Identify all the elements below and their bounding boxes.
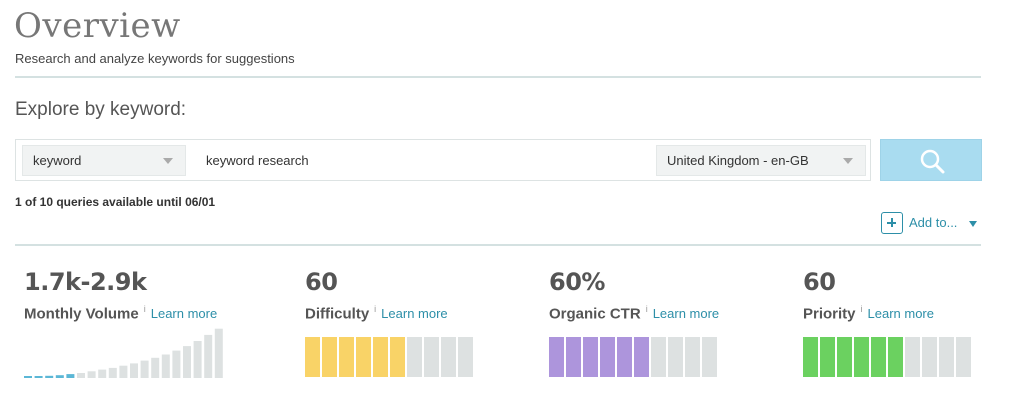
search-type-value: keyword — [33, 153, 82, 168]
volume-trend-bar — [87, 371, 96, 378]
meter-segment-filled — [322, 337, 337, 377]
section-divider — [15, 244, 981, 246]
meter-segment-filled — [600, 337, 615, 377]
meter-segment-empty — [651, 337, 666, 377]
difficulty-learn-more-link[interactable]: Learn more — [381, 306, 447, 321]
organic-ctr-learn-more-link[interactable]: Learn more — [653, 306, 719, 321]
queries-remaining: 1 of 10 queries available until 06/01 — [15, 195, 216, 209]
search-type-select[interactable]: keyword — [22, 145, 186, 176]
priority-label: Priority — [803, 305, 856, 323]
volume-trend-bar — [119, 365, 128, 378]
volume-trend-bar — [214, 328, 223, 378]
meter-segment-empty — [939, 337, 954, 377]
metric-priority: 60 Priority i Learn more — [803, 268, 934, 322]
volume-trend-bar — [34, 376, 43, 378]
volume-trend-bar — [24, 376, 32, 378]
meter-segment-filled — [871, 337, 886, 377]
volume-trend-bar — [45, 375, 54, 378]
organic-ctr-value: 60% — [549, 268, 605, 296]
metric-organic-ctr: 60% Organic CTR i Learn more — [549, 268, 719, 322]
page-title: Overview — [14, 6, 181, 46]
organic-ctr-label: Organic CTR — [549, 305, 641, 323]
meter-segment-filled — [803, 337, 818, 377]
monthly-volume-learn-more-link[interactable]: Learn more — [151, 306, 217, 321]
metric-monthly-volume: 1.7k-2.9k Monthly Volume i Learn more — [24, 268, 217, 322]
add-to-label: Add to... — [909, 215, 958, 230]
organic-ctr-meter — [549, 337, 717, 377]
monthly-volume-value: 1.7k-2.9k — [24, 268, 147, 296]
monthly-volume-label: Monthly Volume — [24, 305, 139, 323]
volume-trend-bar — [98, 369, 107, 378]
volume-trend-bar — [151, 357, 160, 378]
difficulty-value: 60 — [305, 268, 338, 296]
volume-trend-bar — [130, 363, 138, 378]
meter-segment-filled — [339, 337, 354, 377]
info-icon[interactable]: i — [144, 304, 146, 314]
location-select[interactable]: United Kingdom - en-GB — [656, 145, 866, 176]
volume-trend-bar — [204, 334, 213, 378]
meter-segment-filled — [583, 337, 598, 377]
meter-segment-empty — [424, 337, 439, 377]
volume-trend-bar — [55, 375, 64, 378]
page-subtitle: Research and analyze keywords for sugges… — [15, 51, 295, 66]
volume-trend-bar — [172, 350, 181, 378]
difficulty-label: Difficulty — [305, 305, 370, 323]
meter-segment-empty — [685, 337, 700, 377]
meter-segment-filled — [820, 337, 835, 377]
monthly-volume-trend-chart — [24, 328, 223, 378]
meter-segment-empty — [407, 337, 422, 377]
info-icon[interactable]: i — [861, 304, 863, 314]
meter-segment-empty — [702, 337, 717, 377]
volume-trend-bar — [183, 346, 191, 378]
chevron-down-icon — [969, 221, 977, 227]
meter-segment-filled — [373, 337, 388, 377]
plus-icon — [881, 212, 903, 234]
volume-trend-bar — [193, 341, 202, 378]
priority-learn-more-link[interactable]: Learn more — [868, 306, 934, 321]
chevron-down-icon — [843, 158, 853, 164]
meter-segment-empty — [922, 337, 937, 377]
keyword-search-bar: keyword United Kingdom - en-GB — [15, 139, 871, 181]
meter-segment-empty — [441, 337, 456, 377]
meter-segment-filled — [837, 337, 852, 377]
priority-value: 60 — [803, 268, 836, 296]
location-value: United Kingdom - en-GB — [667, 153, 809, 168]
meter-segment-empty — [905, 337, 920, 377]
meter-segment-filled — [888, 337, 903, 377]
metric-difficulty: 60 Difficulty i Learn more — [305, 268, 448, 322]
volume-trend-bar — [66, 374, 75, 378]
meter-segment-filled — [305, 337, 320, 377]
volume-trend-bar — [140, 360, 149, 378]
info-icon[interactable]: i — [646, 304, 648, 314]
meter-segment-filled — [356, 337, 371, 377]
priority-meter — [803, 337, 971, 377]
chevron-down-icon — [163, 158, 173, 164]
meter-segment-empty — [458, 337, 473, 377]
meter-segment-filled — [634, 337, 649, 377]
explore-heading: Explore by keyword: — [15, 99, 187, 120]
meter-segment-empty — [956, 337, 971, 377]
meter-segment-filled — [390, 337, 405, 377]
volume-trend-bar — [108, 367, 117, 378]
meter-segment-filled — [566, 337, 581, 377]
search-button[interactable] — [880, 139, 982, 181]
volume-trend-bar — [77, 373, 85, 378]
volume-trend-bar — [161, 354, 170, 378]
search-icon — [920, 149, 945, 174]
meter-segment-filled — [854, 337, 869, 377]
meter-segment-empty — [668, 337, 683, 377]
meter-segment-filled — [549, 337, 564, 377]
header-divider — [15, 76, 981, 78]
keyword-input[interactable] — [196, 145, 646, 176]
difficulty-meter — [305, 337, 473, 377]
meter-segment-filled — [617, 337, 632, 377]
info-icon[interactable]: i — [374, 304, 376, 314]
